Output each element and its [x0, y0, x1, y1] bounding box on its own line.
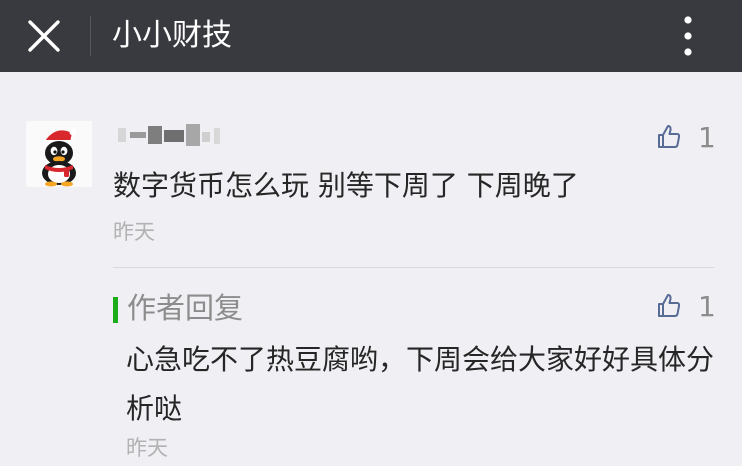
reply-text: 心急吃不了热豆腐哟，下周会给大家好好具体分析哒: [126, 343, 715, 425]
reply-author-label: 作者回复: [127, 291, 244, 325]
comment-like-count: 1: [698, 120, 716, 154]
comment-like-button[interactable]: 1: [656, 117, 716, 157]
reply-time: 昨天: [126, 436, 168, 460]
comment-text: 数字货币怎么玩 别等下周了 下周晚了: [113, 169, 579, 202]
reply-indicator-bar: [113, 297, 118, 323]
top-bar: 小小财技: [0, 0, 742, 72]
comment-time: 昨天: [113, 220, 155, 244]
page-title: 小小财技: [112, 18, 232, 53]
more-button[interactable]: [668, 8, 708, 64]
close-icon: [28, 20, 60, 52]
reply-like-button[interactable]: 1: [656, 286, 716, 326]
thumbs-up-icon: [658, 294, 681, 317]
header-divider: [90, 16, 91, 56]
avatar[interactable]: [26, 121, 92, 187]
thumbs-up-icon: [658, 125, 681, 148]
reply-like-count: 1: [698, 289, 716, 323]
blurred-username-image: [118, 124, 220, 146]
username-obscured: [116, 122, 226, 150]
more-vertical-icon: [684, 16, 692, 56]
reply-separator: [113, 267, 714, 268]
close-button[interactable]: [18, 16, 70, 56]
qq-penguin-avatar-icon: [26, 121, 92, 187]
